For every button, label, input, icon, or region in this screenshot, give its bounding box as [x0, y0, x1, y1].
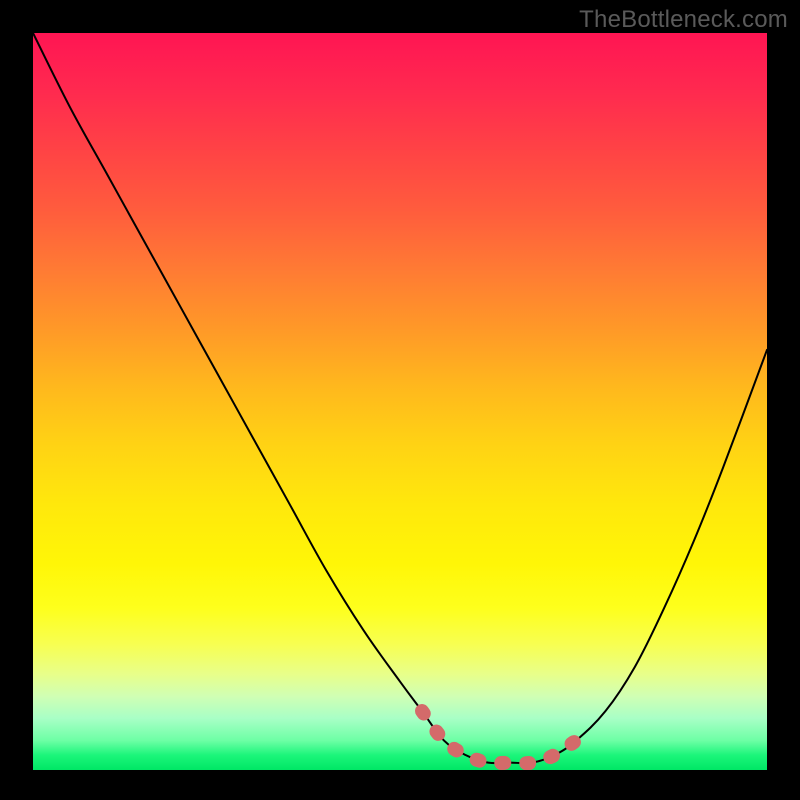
plot-area	[33, 33, 767, 770]
chart-frame: TheBottleneck.com	[0, 0, 800, 800]
bottleneck-curve-line	[33, 33, 767, 763]
chart-svg	[33, 33, 767, 770]
optimal-region-line	[422, 711, 576, 763]
watermark-text: TheBottleneck.com	[579, 6, 788, 34]
